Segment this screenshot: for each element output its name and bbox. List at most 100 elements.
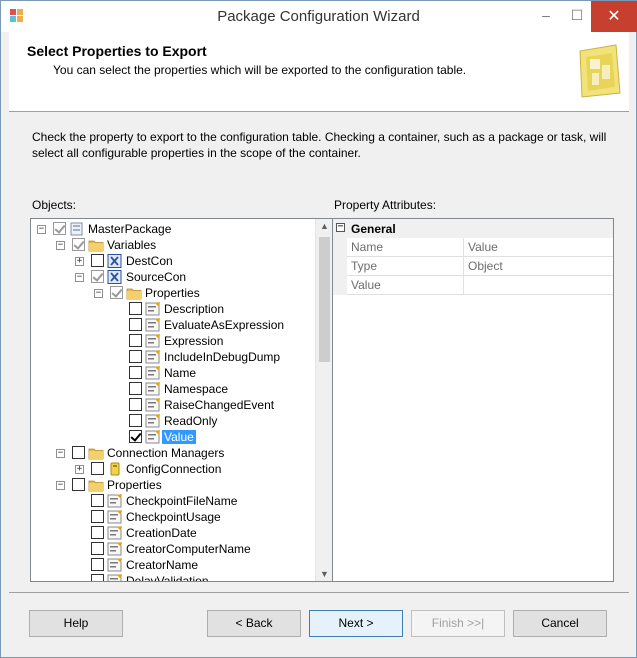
node-checkbox[interactable]	[129, 366, 142, 379]
node-checkbox[interactable]	[91, 574, 104, 581]
collapse-icon[interactable]: −	[336, 222, 345, 232]
node-checkbox[interactable]	[129, 318, 142, 331]
node-label[interactable]: MasterPackage	[88, 222, 171, 236]
finish-button[interactable]: Finish >>|	[411, 610, 505, 637]
tree-node[interactable]: RaiseChangedEvent	[31, 397, 314, 413]
collapse-icon[interactable]: −	[75, 273, 84, 282]
node-checkbox[interactable]	[110, 286, 123, 299]
grid-row[interactable]: Name Value	[333, 238, 613, 257]
node-checkbox[interactable]	[91, 270, 104, 283]
tree-node[interactable]: ReadOnly	[31, 413, 314, 429]
node-label[interactable]: Namespace	[164, 382, 228, 396]
close-button[interactable]: ✕	[591, 1, 637, 32]
node-checkbox[interactable]	[129, 414, 142, 427]
node-label[interactable]: CreationDate	[126, 526, 197, 540]
title-bar[interactable]: Package Configuration Wizard ‒ ☐ ✕	[1, 1, 637, 32]
tree-scrollbar[interactable]: ▲ ▼	[315, 219, 332, 581]
node-label[interactable]: CheckpointUsage	[126, 510, 221, 524]
node-checkbox[interactable]	[91, 254, 104, 267]
collapse-icon[interactable]: −	[56, 449, 65, 458]
tree-node[interactable]: + DestCon	[31, 253, 314, 269]
node-label[interactable]: DelayValidation	[126, 574, 209, 581]
node-label[interactable]: RaiseChangedEvent	[164, 398, 274, 412]
node-label[interactable]: SourceCon	[126, 270, 186, 284]
tree-node[interactable]: − Properties	[31, 285, 314, 301]
tree-node[interactable]: − MasterPackage	[31, 221, 314, 237]
tree-node[interactable]: − Variables	[31, 237, 314, 253]
node-label[interactable]: Value	[162, 430, 196, 444]
tree-node[interactable]: DelayValidation	[31, 573, 314, 581]
grid-row[interactable]: Type Object	[333, 257, 613, 276]
node-label[interactable]: ReadOnly	[164, 414, 217, 428]
tree-node[interactable]: Name	[31, 365, 314, 381]
tree-node[interactable]: + ConfigConnection	[31, 461, 314, 477]
collapse-icon[interactable]: −	[56, 481, 65, 490]
tree-node[interactable]: − Connection Managers	[31, 445, 314, 461]
node-label[interactable]: Description	[164, 302, 224, 316]
property-value[interactable]: Value	[464, 238, 613, 257]
expand-icon[interactable]: +	[75, 465, 84, 474]
grid-row[interactable]: Value	[333, 276, 613, 295]
back-button[interactable]: < Back	[207, 610, 301, 637]
objects-tree[interactable]: DelayValidation CreatorName CreatorCompute…	[30, 218, 333, 582]
tree-node[interactable]: CreationDate	[31, 525, 314, 541]
tree-node[interactable]: − Properties	[31, 477, 314, 493]
node-checkbox[interactable]	[129, 430, 142, 443]
tree-node[interactable]: Description	[31, 301, 314, 317]
tree-node[interactable]: CreatorComputerName	[31, 541, 314, 557]
tree-node[interactable]: EvaluateAsExpression	[31, 317, 314, 333]
node-checkbox[interactable]	[91, 462, 104, 475]
node-checkbox[interactable]	[129, 350, 142, 363]
collapse-icon[interactable]: −	[37, 225, 46, 234]
maximize-button[interactable]: ☐	[562, 1, 592, 32]
tree-node[interactable]: Value	[31, 429, 314, 445]
tree-node[interactable]: Namespace	[31, 381, 314, 397]
collapse-icon[interactable]: −	[94, 289, 103, 298]
grid-category-general[interactable]: − General	[333, 219, 613, 238]
node-label[interactable]: Connection Managers	[107, 446, 224, 460]
scroll-down-icon[interactable]: ▼	[320, 569, 329, 579]
property-grid[interactable]: − General Name Value Type Object Value	[332, 218, 614, 582]
tree-node[interactable]: Expression	[31, 333, 314, 349]
node-checkbox[interactable]	[129, 382, 142, 395]
node-label[interactable]: EvaluateAsExpression	[164, 318, 284, 332]
node-checkbox[interactable]	[91, 494, 104, 507]
expand-icon[interactable]: +	[75, 257, 84, 266]
node-checkbox[interactable]	[72, 478, 85, 491]
node-label[interactable]: Properties	[107, 478, 162, 492]
node-label[interactable]: Properties	[145, 286, 200, 300]
tree-node[interactable]: CheckpointUsage	[31, 509, 314, 525]
node-label[interactable]: DestCon	[126, 254, 173, 268]
node-label[interactable]: IncludeInDebugDump	[164, 350, 280, 364]
property-value[interactable]: Object	[464, 257, 613, 276]
node-checkbox[interactable]	[129, 302, 142, 315]
help-button[interactable]: Help	[29, 610, 123, 637]
tree-node[interactable]: IncludeInDebugDump	[31, 349, 314, 365]
next-button[interactable]: Next >	[309, 610, 403, 637]
node-label[interactable]: Name	[164, 366, 196, 380]
node-label[interactable]: CreatorComputerName	[126, 542, 251, 556]
node-checkbox[interactable]	[129, 334, 142, 347]
node-label[interactable]: CreatorName	[126, 558, 198, 572]
node-checkbox[interactable]	[72, 446, 85, 459]
node-label[interactable]: Expression	[164, 334, 223, 348]
tree-node[interactable]: CreatorName	[31, 557, 314, 573]
scroll-up-icon[interactable]: ▲	[320, 221, 329, 231]
node-label[interactable]: Variables	[107, 238, 156, 252]
node-checkbox[interactable]	[53, 222, 66, 235]
collapse-icon[interactable]: −	[56, 241, 65, 250]
tree-node[interactable]: − SourceCon	[31, 269, 314, 285]
node-checkbox[interactable]	[91, 526, 104, 539]
node-checkbox[interactable]	[72, 238, 85, 251]
node-checkbox[interactable]	[129, 398, 142, 411]
scroll-thumb[interactable]	[319, 237, 330, 362]
property-value[interactable]	[464, 276, 613, 295]
node-label[interactable]: CheckpointFileName	[126, 494, 237, 508]
cancel-button[interactable]: Cancel	[513, 610, 607, 637]
node-label[interactable]: ConfigConnection	[126, 462, 221, 476]
tree-node[interactable]: CheckpointFileName	[31, 493, 314, 509]
node-checkbox[interactable]	[91, 558, 104, 571]
node-checkbox[interactable]	[91, 542, 104, 555]
minimize-button[interactable]: ‒	[531, 1, 561, 32]
node-checkbox[interactable]	[91, 510, 104, 523]
